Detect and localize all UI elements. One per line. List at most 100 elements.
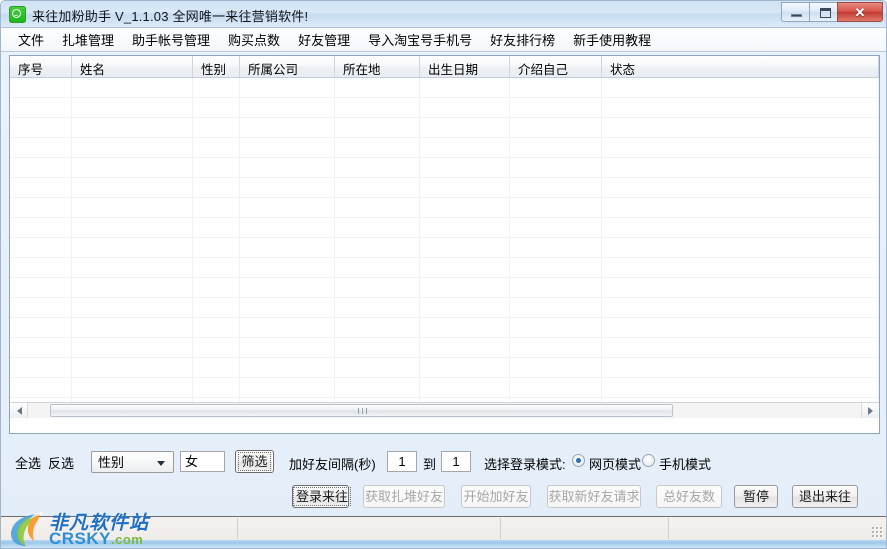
close-button[interactable]: ✕ — [837, 2, 883, 22]
table-row[interactable] — [10, 298, 879, 318]
filter-value-input[interactable]: 女 — [180, 451, 225, 472]
contacts-grid: 序号 姓名 性别 所属公司 所在地 出生日期 介绍自己 状态 — [9, 55, 880, 434]
table-row[interactable] — [10, 218, 879, 238]
table-cell — [510, 178, 602, 197]
table-cell — [420, 78, 510, 97]
table-cell — [72, 138, 193, 157]
table-cell — [602, 378, 879, 397]
grid-column-header-7[interactable]: 状态 — [602, 56, 879, 77]
smiley-green-icon — [9, 6, 26, 23]
table-cell — [240, 238, 335, 257]
table-cell — [420, 318, 510, 337]
table-cell — [10, 138, 72, 157]
table-cell — [240, 358, 335, 377]
scroll-left-button[interactable] — [10, 403, 28, 418]
interval-from-value: 1 — [398, 454, 406, 469]
select-all-link[interactable]: 全选 — [15, 453, 41, 472]
filter-field-select[interactable]: 性别 — [91, 451, 174, 473]
minimize-button[interactable] — [781, 2, 810, 22]
maximize-button[interactable] — [809, 2, 838, 22]
table-cell — [193, 358, 240, 377]
menu-item-2[interactable]: 助手帐号管理 — [123, 28, 219, 51]
radio-web-mode[interactable] — [572, 454, 585, 467]
table-row[interactable] — [10, 118, 879, 138]
scrollbar-thumb[interactable] — [50, 404, 673, 417]
table-cell — [335, 138, 420, 157]
grid-column-header-5[interactable]: 出生日期 — [420, 56, 510, 77]
menu-item-1[interactable]: 扎堆管理 — [53, 28, 123, 51]
table-row[interactable] — [10, 78, 879, 98]
menu-item-6[interactable]: 好友排行榜 — [481, 28, 564, 51]
table-row[interactable] — [10, 238, 879, 258]
grid-body[interactable] — [10, 78, 879, 418]
table-cell — [193, 138, 240, 157]
radio-web-mode-label[interactable]: 网页模式 — [589, 454, 641, 473]
grid-column-header-1[interactable]: 姓名 — [72, 56, 193, 77]
table-cell — [72, 178, 193, 197]
minimize-icon — [791, 14, 802, 17]
action-button-label-2: 开始加好友 — [463, 489, 529, 504]
table-cell — [193, 198, 240, 217]
table-row[interactable] — [10, 378, 879, 398]
table-row[interactable] — [10, 138, 879, 158]
filter-bar: 全选 反选 性别 女 筛选 加好友间隔(秒) 1 到 1 选择登录模式: 网页模… — [1, 444, 886, 478]
table-cell — [72, 98, 193, 117]
table-cell — [10, 218, 72, 237]
filter-button[interactable]: 筛选 — [235, 450, 274, 473]
title-bar[interactable]: 来往加粉助手 V_1.1.03 全网唯一来往营销软件! ✕ — [1, 1, 886, 28]
table-row[interactable] — [10, 98, 879, 118]
table-cell — [193, 178, 240, 197]
table-cell — [420, 118, 510, 137]
resize-grip-icon[interactable] — [871, 526, 883, 538]
table-row[interactable] — [10, 258, 879, 278]
grid-header-row: 序号 姓名 性别 所属公司 所在地 出生日期 介绍自己 状态 — [10, 56, 879, 78]
table-cell — [240, 378, 335, 397]
grid-column-header-6[interactable]: 介绍自己 — [510, 56, 602, 77]
table-cell — [10, 258, 72, 277]
table-row[interactable] — [10, 318, 879, 338]
table-cell — [72, 78, 193, 97]
table-cell — [10, 178, 72, 197]
table-row[interactable] — [10, 198, 879, 218]
table-cell — [420, 298, 510, 317]
grid-column-header-2[interactable]: 性别 — [193, 56, 240, 77]
action-button-0[interactable]: 登录来往 — [292, 485, 352, 508]
grid-column-header-4[interactable]: 所在地 — [335, 56, 420, 77]
action-button-5[interactable]: 暂停 — [734, 485, 778, 508]
table-row[interactable] — [10, 178, 879, 198]
interval-to-input[interactable]: 1 — [441, 451, 471, 472]
table-row[interactable] — [10, 278, 879, 298]
menu-item-3[interactable]: 购买点数 — [219, 28, 289, 51]
table-cell — [72, 298, 193, 317]
interval-label: 加好友间隔(秒) — [289, 457, 376, 472]
scrollbar-track[interactable] — [28, 403, 861, 418]
window-bottom-edge — [1, 540, 886, 548]
radio-phone-mode[interactable] — [642, 454, 655, 467]
table-row[interactable] — [10, 338, 879, 358]
table-cell — [10, 338, 72, 357]
table-row[interactable] — [10, 358, 879, 378]
menu-item-4[interactable]: 好友管理 — [289, 28, 359, 51]
radio-phone-mode-label[interactable]: 手机模式 — [659, 454, 711, 473]
grid-column-header-0[interactable]: 序号 — [10, 56, 72, 77]
table-cell — [240, 218, 335, 237]
menu-item-0[interactable]: 文件 — [9, 28, 53, 51]
grid-column-header-3[interactable]: 所属公司 — [240, 56, 335, 77]
scroll-right-button[interactable] — [861, 403, 879, 418]
table-row[interactable] — [10, 158, 879, 178]
login-mode-label: 选择登录模式: — [484, 457, 566, 472]
table-cell — [72, 218, 193, 237]
table-cell — [602, 198, 879, 217]
invert-selection-link[interactable]: 反选 — [48, 453, 74, 472]
table-cell — [420, 338, 510, 357]
grid-horizontal-scrollbar[interactable] — [10, 402, 879, 418]
table-cell — [420, 238, 510, 257]
interval-from-input[interactable]: 1 — [387, 451, 417, 472]
table-cell — [420, 158, 510, 177]
menu-item-7[interactable]: 新手使用教程 — [564, 28, 660, 51]
table-cell — [510, 118, 602, 137]
table-cell — [193, 318, 240, 337]
close-icon: ✕ — [854, 5, 866, 20]
action-button-6[interactable]: 退出来往 — [792, 485, 858, 508]
menu-item-5[interactable]: 导入淘宝号手机号 — [359, 28, 481, 51]
